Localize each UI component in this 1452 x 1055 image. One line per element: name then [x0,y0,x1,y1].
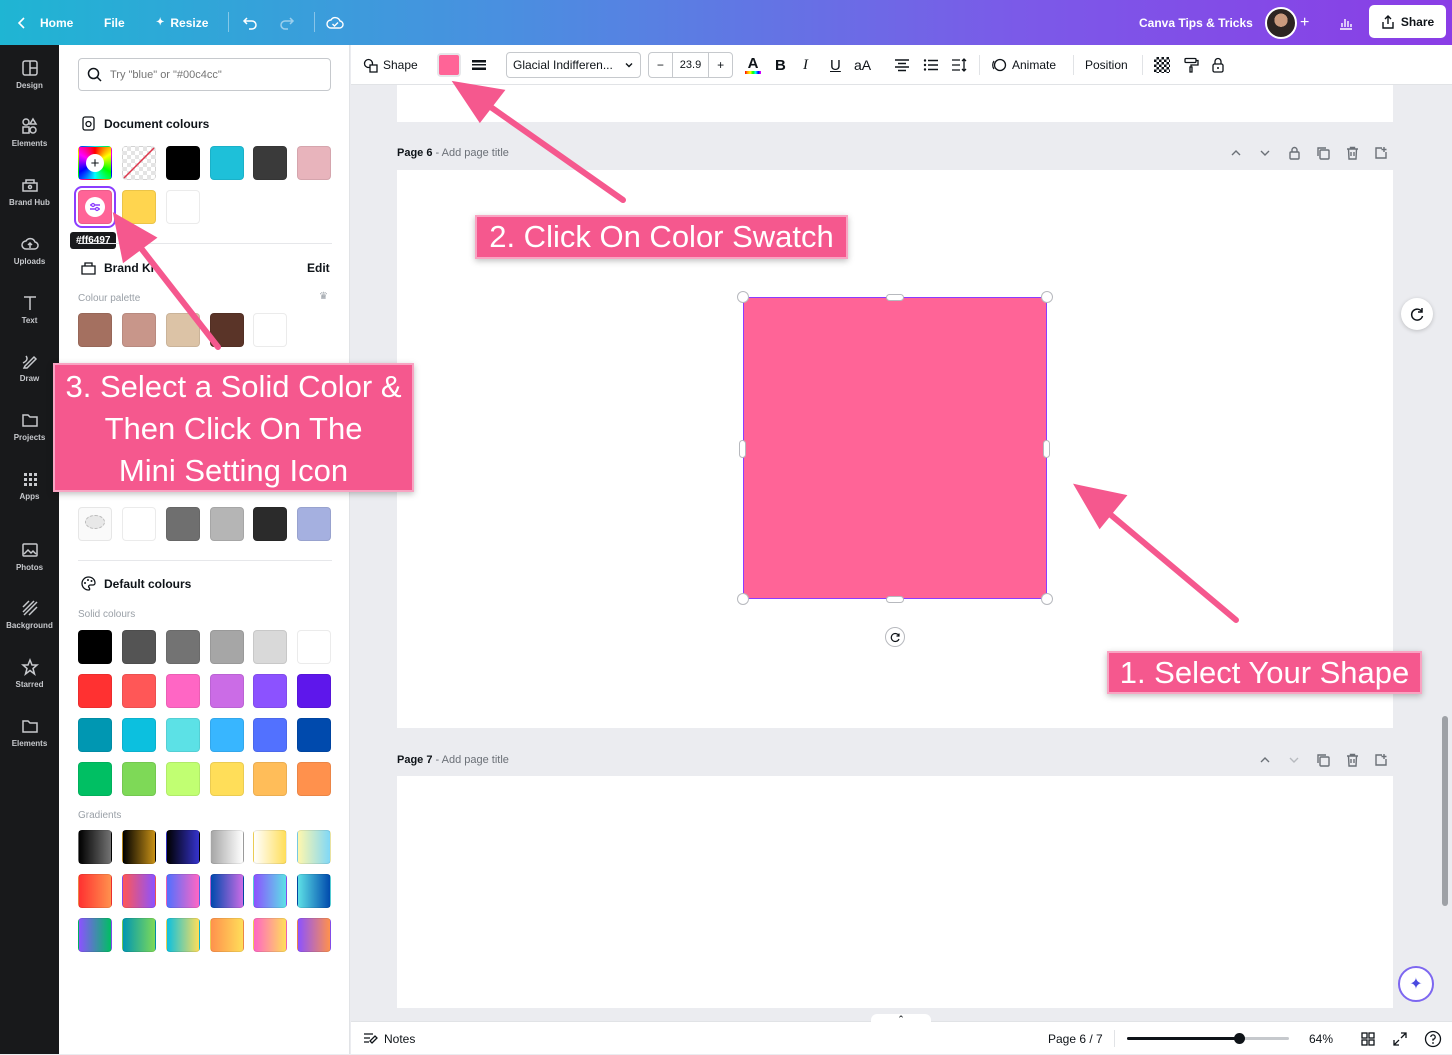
grid-view-button[interactable] [1360,1031,1376,1050]
arrow-1-line [1102,507,1239,623]
help-icon [1424,1030,1442,1048]
arrow-3-line [134,240,221,350]
zoom-value[interactable]: 64% [1309,1022,1333,1055]
bottom-bar: ⌃ Notes Page 6 / 7 64% [351,1014,1452,1055]
notes-button[interactable]: Notes [363,1022,415,1055]
help-button[interactable] [1424,1030,1442,1051]
callout-step-1: 1. Select Your Shape [1107,651,1422,694]
callout-step-3-line-2: Then Click On The [104,411,363,446]
grid-view-icon [1361,1032,1375,1046]
chevron-up-icon: ⌃ [897,1014,905,1024]
callout-step-2: 2. Click On Color Swatch [475,215,848,259]
expand-icon [1393,1032,1407,1046]
zoom-slider-fill [1127,1037,1240,1040]
fullscreen-button[interactable] [1392,1031,1408,1050]
arrow-2-line [482,100,626,203]
page-indicator[interactable]: Page 6 / 7 [1048,1022,1103,1055]
callout-step-3: 3. Select a Solid Color & Then Click On … [53,363,414,492]
notes-label: Notes [384,1031,416,1046]
callout-step-3-line-3: Mini Setting Icon [118,453,349,488]
zoom-slider-knob[interactable] [1234,1033,1245,1044]
arrow-2-head [451,80,506,124]
callout-step-3-line-1: 3. Select a Solid Color & [65,369,402,404]
zoom-slider[interactable] [1127,1033,1289,1044]
annotation-arrows [112,80,1239,623]
divider [1114,1030,1115,1047]
expand-pages-button[interactable]: ⌃ [871,1014,931,1024]
notes-icon [363,1032,378,1045]
